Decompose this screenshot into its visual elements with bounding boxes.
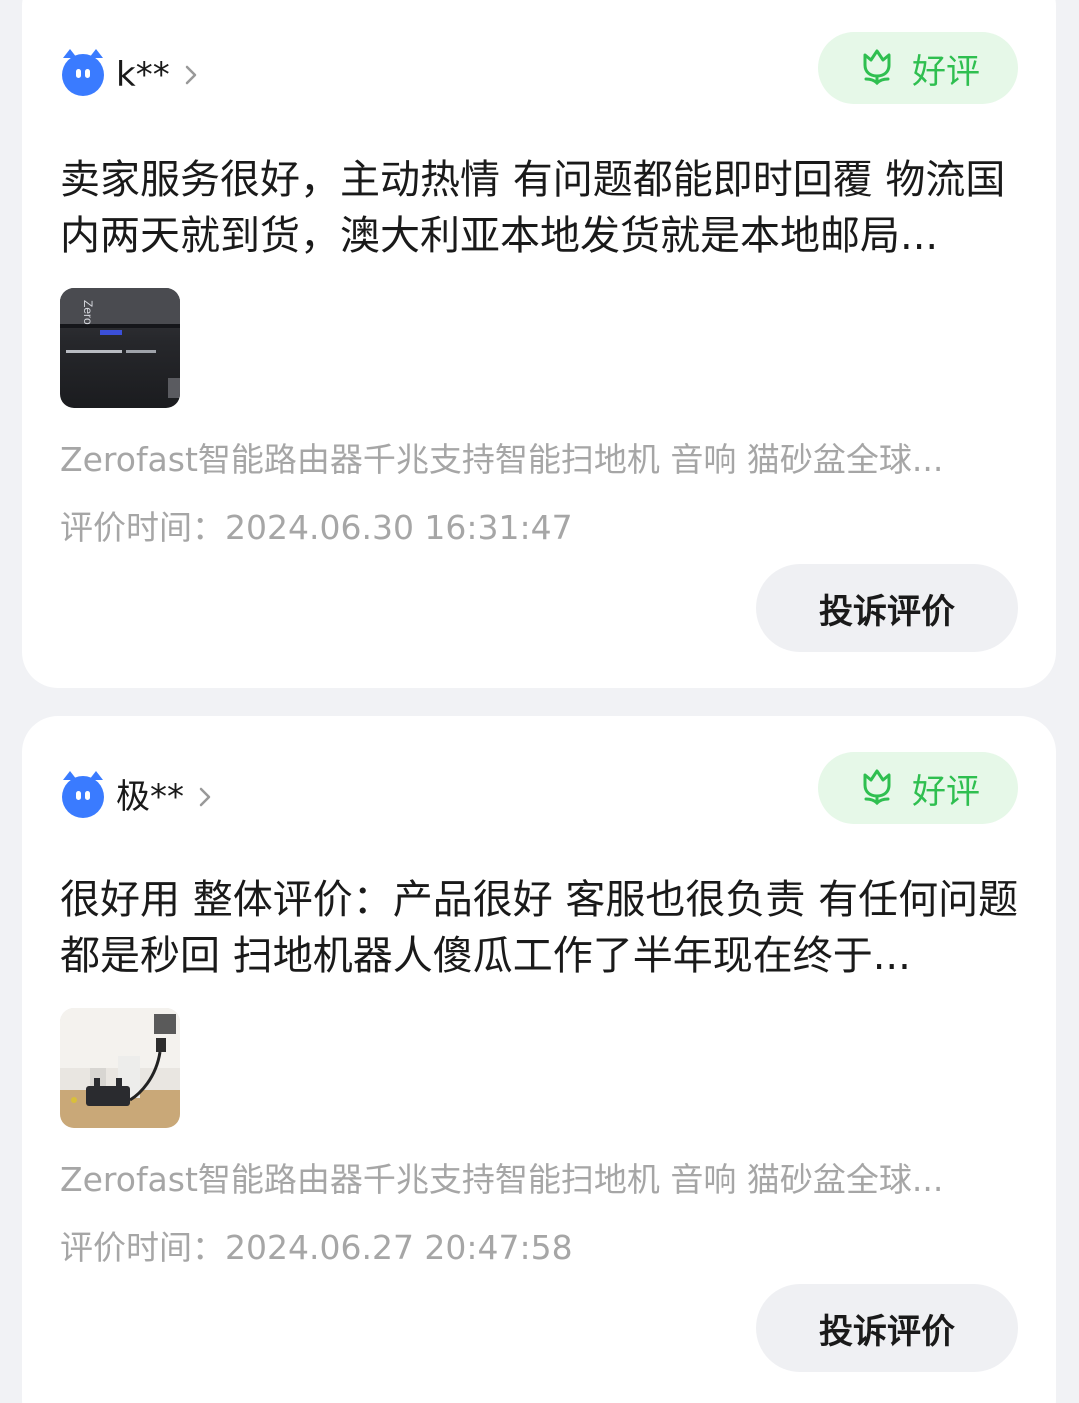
complain-review-button[interactable]: 投诉评价 <box>756 1284 1018 1372</box>
review-time: 评价时间：2024.06.30 16:31:47 <box>60 506 573 550</box>
chevron-right-icon <box>184 62 210 88</box>
product-name[interactable]: Zerofast智能路由器千兆支持智能扫地机 音响 猫砂盆全球... <box>60 1158 1000 1202</box>
photo-brand-text: Zero <box>81 300 95 325</box>
reviewer-name: 极** <box>116 777 184 817</box>
review-card: k** 好评 卖家服务很好，主动热情 有问题都能即时回覆 物流国内两天就到货，澳… <box>22 0 1056 688</box>
chevron-right-icon <box>198 784 224 810</box>
reviewer-link[interactable]: 极** <box>62 771 224 821</box>
review-photo[interactable] <box>60 1008 180 1128</box>
product-name[interactable]: Zerofast智能路由器千兆支持智能扫地机 音响 猫砂盆全球... <box>60 438 1000 482</box>
reviewer-name: k** <box>116 55 170 95</box>
review-photo[interactable]: Zero <box>60 288 180 408</box>
reviewer-link[interactable]: k** <box>62 49 210 99</box>
badge-label: 好评 <box>912 51 980 92</box>
review-time-value: 2024.06.27 20:47:58 <box>225 1228 573 1267</box>
tulip-icon <box>856 45 898 91</box>
tulip-icon <box>856 765 898 811</box>
good-review-badge: 好评 <box>818 752 1018 824</box>
complain-review-button[interactable]: 投诉评价 <box>756 564 1018 652</box>
review-card: 极** 好评 很好用 整体评价：产品很好 客服也很负责 有任何问题都是秒回 扫地… <box>22 716 1056 1403</box>
review-time-label: 评价时间： <box>60 1228 225 1267</box>
review-text[interactable]: 卖家服务很好，主动热情 有问题都能即时回覆 物流国内两天就到货，澳大利亚本地发货… <box>60 152 1020 264</box>
review-list-page: k** 好评 卖家服务很好，主动热情 有问题都能即时回覆 物流国内两天就到货，澳… <box>0 0 1079 1403</box>
avatar-icon <box>62 771 104 818</box>
review-text[interactable]: 很好用 整体评价：产品很好 客服也很负责 有任何问题都是秒回 扫地机器人傻瓜工作… <box>60 872 1020 984</box>
avatar-icon <box>62 49 104 96</box>
badge-label: 好评 <box>912 771 980 812</box>
review-time-label: 评价时间： <box>60 508 225 547</box>
review-time: 评价时间：2024.06.27 20:47:58 <box>60 1226 573 1270</box>
review-time-value: 2024.06.30 16:31:47 <box>225 508 573 547</box>
good-review-badge: 好评 <box>818 32 1018 104</box>
